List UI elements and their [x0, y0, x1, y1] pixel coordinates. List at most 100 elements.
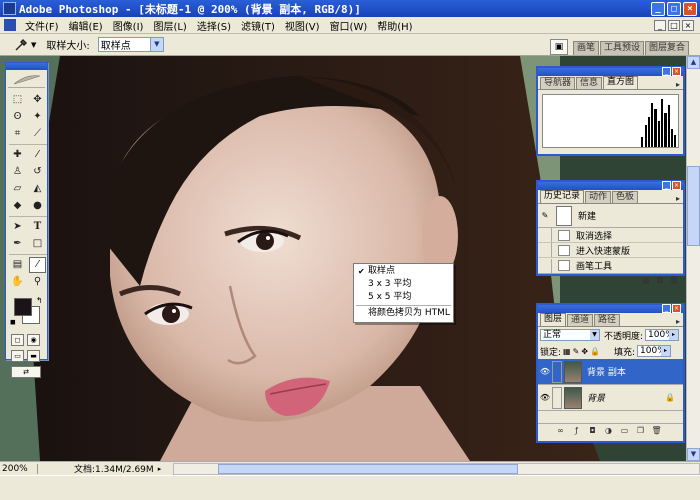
document-icon[interactable] — [4, 19, 16, 31]
context-menu-item-point-sample[interactable]: ✔ 取样点 — [354, 265, 453, 278]
doc-restore-button[interactable]: □ — [668, 19, 680, 31]
eye-icon[interactable]: 👁 — [538, 393, 552, 402]
scroll-up-button[interactable]: ▲ — [687, 56, 700, 69]
opacity-field[interactable]: 100% ▸ — [645, 329, 680, 341]
menu-layer[interactable]: 图层(L) — [148, 18, 191, 33]
paint-bucket-tool-icon[interactable]: ◭ — [29, 181, 46, 197]
layer-row-background-copy[interactable]: 👁 背景 副本 — [538, 359, 683, 385]
vertical-scroll-thumb[interactable] — [687, 166, 700, 246]
horizontal-scrollbar[interactable] — [173, 462, 700, 475]
move-tool-icon[interactable]: ✥ — [29, 92, 46, 108]
new-group-icon[interactable]: ▭ — [620, 426, 630, 435]
palette-close-button[interactable]: × — [672, 304, 681, 313]
marquee-tool-icon[interactable]: ⬚ — [9, 92, 26, 108]
layer-mask-icon[interactable]: ◘ — [588, 426, 598, 435]
maximize-button[interactable]: □ — [667, 1, 681, 16]
zoom-tool-icon[interactable]: ⚲ — [29, 274, 46, 290]
notes-tool-icon[interactable]: ▤ — [9, 257, 26, 273]
close-button[interactable]: × — [683, 1, 697, 16]
lock-position-icon[interactable]: ✥ — [581, 347, 588, 356]
minimize-button[interactable]: _ — [651, 1, 665, 16]
default-colors-icon[interactable]: ◼ — [10, 318, 16, 326]
lock-all-icon[interactable]: 🔒 — [590, 347, 600, 356]
layer-style-icon[interactable]: ƒ — [572, 426, 582, 435]
layer-link-cell[interactable] — [552, 386, 562, 409]
tab-layers[interactable]: 图层 — [540, 313, 567, 326]
palette-close-button[interactable]: × — [672, 181, 681, 190]
lasso-tool-icon[interactable]: ʘ — [9, 109, 26, 125]
new-layer-icon[interactable]: ❐ — [636, 426, 646, 435]
doc-close-button[interactable]: × — [682, 19, 694, 31]
horizontal-scroll-thumb[interactable] — [218, 463, 519, 474]
vertical-scrollbar[interactable]: ▲ ▼ — [686, 56, 700, 461]
type-tool-icon[interactable]: T — [29, 219, 46, 235]
layer-link-cell[interactable] — [552, 360, 562, 383]
sample-size-select[interactable]: 取样点 ▼ — [97, 37, 164, 52]
shape-tool-icon[interactable]: □ — [29, 236, 46, 252]
context-menu-item-3x3-average[interactable]: 3 x 3 平均 — [354, 278, 453, 291]
crop-tool-icon[interactable]: ⌗ — [9, 126, 26, 142]
palette-title-bar[interactable]: _ × — [538, 304, 683, 313]
menu-file[interactable]: 文件(F) — [20, 18, 64, 33]
blur-tool-icon[interactable]: ◆ — [9, 198, 26, 214]
tab-info[interactable]: 信息 — [576, 77, 603, 89]
palette-title-bar[interactable]: _ × — [538, 181, 683, 190]
status-menu-arrow-icon[interactable]: ▸ — [158, 465, 162, 473]
eyedropper-tool-icon[interactable]: ⁄ — [29, 257, 46, 273]
new-snapshot-icon[interactable]: ◘ — [655, 276, 665, 285]
context-menu-item-5x5-average[interactable]: 5 x 5 平均 — [354, 291, 453, 304]
standard-mode-icon[interactable]: ◻ — [11, 334, 24, 346]
jump-to-imageready-icon[interactable]: ⇄ — [11, 366, 41, 378]
palette-minimize-button[interactable]: _ — [662, 181, 671, 190]
palette-minimize-button[interactable]: _ — [662, 67, 671, 76]
path-selection-tool-icon[interactable]: ➤ — [9, 219, 26, 235]
eye-icon[interactable]: 👁 — [538, 367, 552, 376]
file-browser-icon[interactable]: ▣ — [550, 39, 568, 55]
history-brush-source-icon[interactable]: ✎ — [538, 211, 552, 220]
context-menu-item-copy-color-as-html[interactable]: 将颜色拷贝为 HTML — [354, 307, 453, 320]
brush-tool-icon[interactable]: ⁄ — [29, 147, 46, 163]
tab-navigator[interactable]: 导航器 — [540, 77, 576, 89]
well-tab-brushes[interactable]: 画笔 — [573, 41, 600, 55]
palette-close-button[interactable]: × — [672, 67, 681, 76]
well-tab-tool-presets[interactable]: 工具预设 — [600, 41, 645, 55]
tab-swatches[interactable]: 色板 — [612, 191, 639, 203]
hand-tool-icon[interactable]: ✋ — [9, 274, 26, 290]
history-brush-tool-icon[interactable]: ↺ — [29, 164, 46, 180]
link-layers-icon[interactable]: ∞ — [556, 426, 566, 435]
new-document-from-state-icon[interactable]: ▦ — [641, 276, 651, 285]
dodge-tool-icon[interactable]: ● — [29, 198, 46, 214]
history-item[interactable]: 取消选择 — [538, 228, 683, 243]
clone-stamp-tool-icon[interactable]: ♙ — [9, 164, 26, 180]
foreground-color-swatch[interactable] — [14, 298, 32, 316]
slice-tool-icon[interactable]: ⟋ — [29, 126, 46, 142]
menu-filter[interactable]: 滤镜(T) — [236, 18, 280, 33]
menu-image[interactable]: 图像(I) — [108, 18, 149, 33]
tab-actions[interactable]: 动作 — [585, 191, 612, 203]
trash-icon[interactable]: 🗑 — [652, 426, 662, 435]
history-snapshot[interactable]: ✎ 新建 — [538, 204, 683, 228]
tab-histogram[interactable]: 直方图 — [603, 76, 639, 89]
palette-minimize-button[interactable]: _ — [662, 304, 671, 313]
fill-field[interactable]: 100% ▸ — [637, 345, 672, 357]
zoom-level[interactable]: 200% — [0, 463, 38, 474]
tab-channels[interactable]: 通道 — [567, 314, 594, 326]
palette-title-bar[interactable]: _ × — [538, 67, 683, 76]
menu-view[interactable]: 视图(V) — [280, 18, 325, 33]
lock-image-icon[interactable]: ✎ — [573, 347, 580, 356]
document-size[interactable]: 文档:1.34M/2.69M — [74, 462, 154, 475]
feather-logo-icon[interactable] — [8, 72, 45, 88]
blend-mode-select[interactable]: 正常 ▼ — [540, 329, 600, 341]
magic-wand-tool-icon[interactable]: ✦ — [29, 109, 46, 125]
menu-edit[interactable]: 编辑(E) — [64, 18, 108, 33]
screen-mode-standard-icon[interactable]: ▭ — [11, 350, 24, 362]
tab-paths[interactable]: 路径 — [594, 314, 621, 326]
tab-history[interactable]: 历史记录 — [540, 190, 585, 203]
lock-transparency-icon[interactable]: ▦ — [563, 347, 571, 356]
menu-select[interactable]: 选择(S) — [192, 18, 236, 33]
swap-colors-icon[interactable]: ↰ — [36, 296, 43, 305]
palette-menu-icon[interactable]: ▸ — [676, 194, 680, 203]
pen-tool-icon[interactable]: ✒ — [9, 236, 26, 252]
menu-help[interactable]: 帮助(H) — [372, 18, 417, 33]
trash-icon[interactable]: 🗑 — [669, 276, 679, 285]
